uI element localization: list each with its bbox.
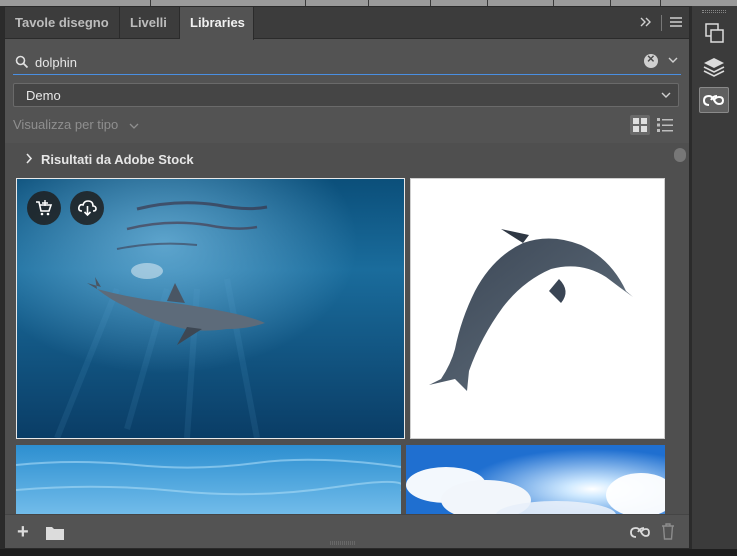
chevron-down-icon[interactable] bbox=[667, 54, 679, 66]
trash-icon[interactable] bbox=[661, 523, 675, 540]
creative-cloud-icon[interactable] bbox=[629, 524, 651, 540]
tab-tavole-disegno[interactable]: Tavole disegno bbox=[5, 7, 120, 39]
stock-thumbnail-dolphin-jumping[interactable] bbox=[410, 178, 665, 439]
clear-icon[interactable] bbox=[644, 51, 658, 68]
dock-grip[interactable] bbox=[702, 10, 726, 13]
view-by-type-dropdown[interactable]: Visualizza per tipo bbox=[13, 117, 140, 132]
tab-bar-divider bbox=[661, 15, 662, 31]
artboards-icon[interactable] bbox=[699, 20, 729, 46]
plus-icon[interactable]: + bbox=[17, 521, 29, 544]
view-by-type-label: Visualizza per tipo bbox=[13, 117, 119, 132]
search-field[interactable] bbox=[13, 51, 681, 75]
license-cart-icon[interactable] bbox=[27, 191, 61, 225]
grid-view-icon[interactable] bbox=[630, 115, 650, 135]
panel-tab-bar: Tavole disegno Livelli Libraries bbox=[5, 7, 689, 40]
folder-icon[interactable] bbox=[45, 525, 65, 541]
layers-icon[interactable] bbox=[699, 54, 729, 80]
chevron-down-icon bbox=[661, 92, 671, 98]
tab-livelli[interactable]: Livelli bbox=[120, 7, 180, 39]
library-select-value: Demo bbox=[26, 88, 61, 103]
libraries-icon[interactable] bbox=[699, 87, 729, 113]
panel-resize-grip[interactable] bbox=[330, 541, 356, 545]
stock-thumbnail-dolphin-underwater[interactable] bbox=[16, 178, 405, 439]
tab-libraries[interactable]: Libraries bbox=[180, 7, 254, 40]
stock-results-header[interactable]: Risultati da Adobe Stock bbox=[25, 152, 194, 167]
results-area: Risultati da Adobe Stock bbox=[5, 143, 689, 514]
hamburger-menu-icon[interactable] bbox=[669, 7, 683, 39]
stock-thumbnail-water-surface[interactable] bbox=[16, 445, 401, 514]
save-to-library-icon[interactable] bbox=[70, 191, 104, 225]
list-view-icon[interactable] bbox=[656, 117, 674, 133]
libraries-panel: Tavole disegno Livelli Libraries Demo Vi… bbox=[4, 6, 690, 549]
double-chevron-right-icon[interactable] bbox=[639, 7, 653, 39]
right-panel-dock bbox=[692, 6, 737, 549]
search-input[interactable] bbox=[35, 51, 615, 73]
search-icon bbox=[15, 55, 29, 69]
library-select[interactable]: Demo bbox=[13, 83, 679, 107]
bottom-window-strip bbox=[0, 549, 737, 556]
chevron-right-icon bbox=[26, 153, 33, 164]
stock-thumbnail-sky-sun[interactable] bbox=[406, 445, 665, 514]
scrollbar-thumb[interactable] bbox=[674, 148, 686, 162]
stock-results-title: Risultati da Adobe Stock bbox=[41, 152, 194, 167]
chevron-down-icon bbox=[129, 123, 139, 129]
